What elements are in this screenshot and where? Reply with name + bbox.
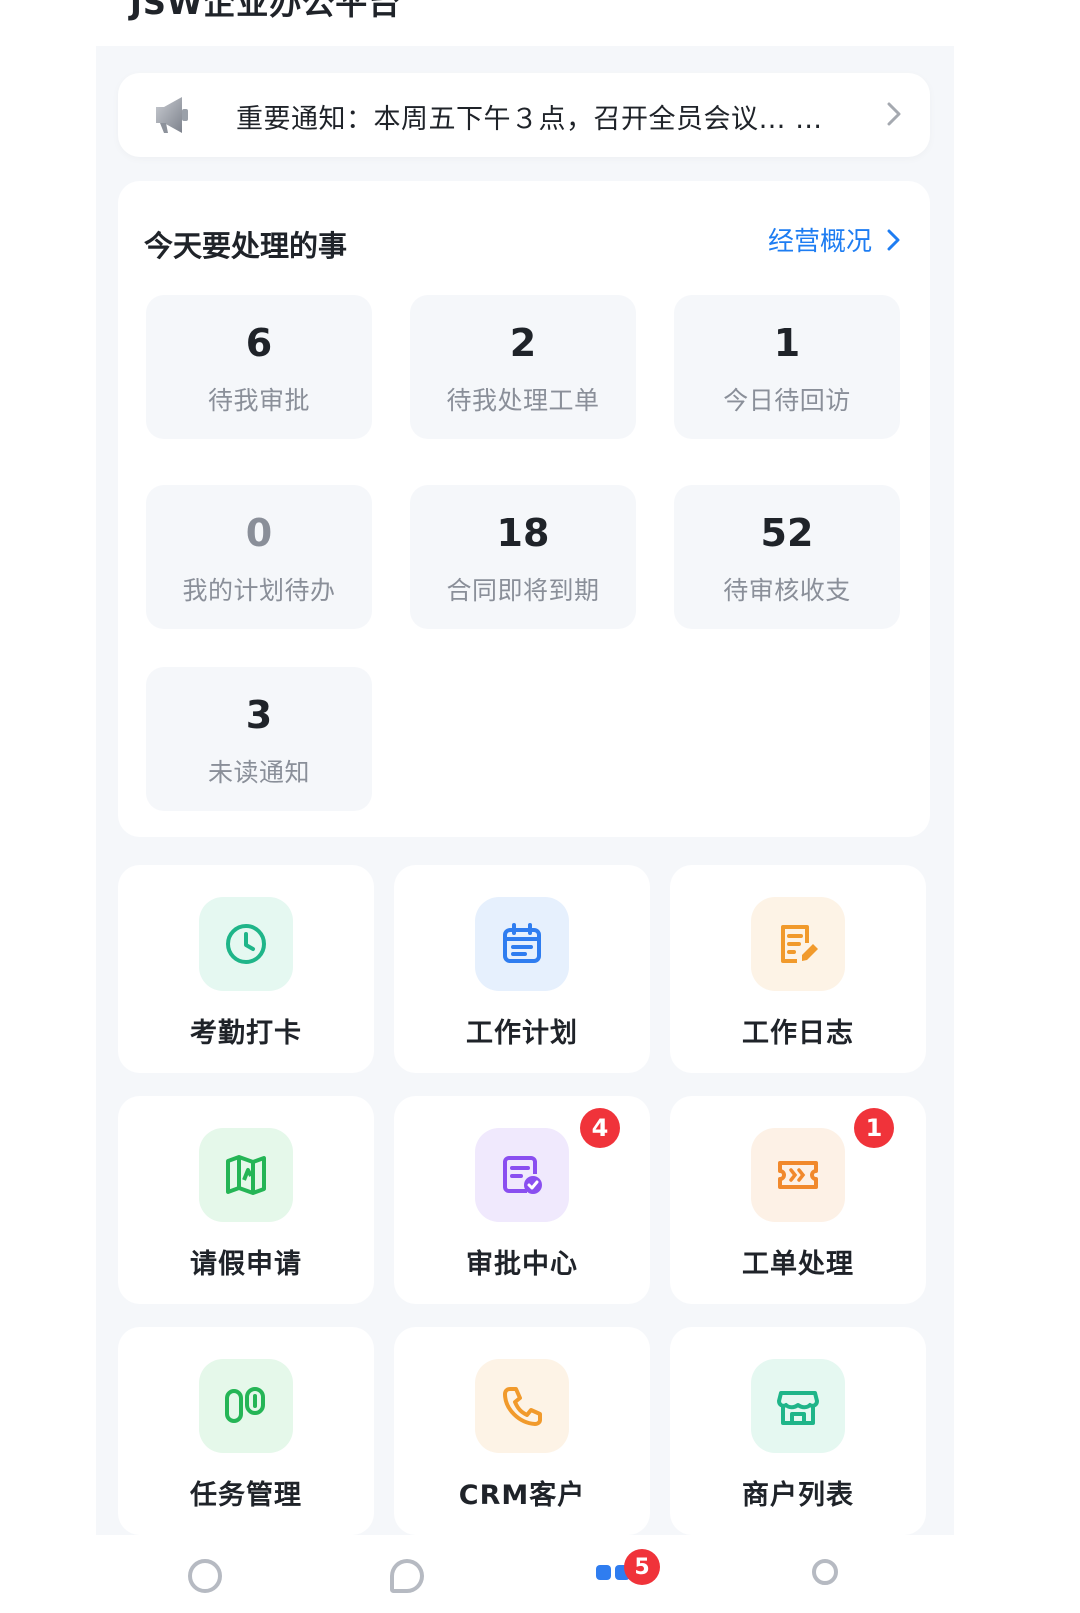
- app-leave-request[interactable]: 请假申请: [118, 1096, 374, 1304]
- stat-pending-tickets[interactable]: 2 待我处理工单: [410, 295, 636, 439]
- megaphone-icon: [156, 97, 188, 133]
- app-frame: JSW企业办公平台 重要通知：本周五下午３点，召开全员会议… … 今天要处理的事…: [96, 0, 954, 1613]
- app-label: 工作日志: [742, 1018, 854, 1049]
- clock-icon: [199, 897, 293, 991]
- app-crm-customers[interactable]: CRM客户: [394, 1327, 650, 1535]
- app-task-management[interactable]: 任务管理: [118, 1327, 374, 1535]
- app-merchant-list[interactable]: 商户列表: [670, 1327, 926, 1535]
- stat-label: 我的计划待办: [182, 576, 336, 605]
- notification-badge: 1: [854, 1108, 894, 1148]
- app-attendance[interactable]: 考勤打卡: [118, 865, 374, 1073]
- map-icon: [199, 1128, 293, 1222]
- chevron-right-icon: [887, 229, 900, 250]
- tab-badge: 5: [624, 1549, 660, 1585]
- ticket-icon: [751, 1128, 845, 1222]
- app-approval-center[interactable]: 审批中心 4: [394, 1096, 650, 1304]
- approval-icon: [475, 1128, 569, 1222]
- bottom-tab-bar: 5: [96, 1535, 954, 1613]
- todo-title: 今天要处理的事: [144, 229, 348, 263]
- stat-label: 今日待回访: [723, 386, 851, 415]
- app-work-log[interactable]: 工作日志: [670, 865, 926, 1073]
- notice-text: 重要通知：本周五下午３点，召开全员会议… …: [236, 104, 823, 135]
- app-label: 请假申请: [190, 1249, 302, 1280]
- stat-label: 未读通知: [207, 758, 310, 787]
- stat-followups-today[interactable]: 1 今日待回访: [674, 295, 900, 439]
- business-overview-link[interactable]: 经营概况: [768, 221, 902, 258]
- app-title: JSW企业办公平台: [130, 0, 402, 22]
- stat-label: 合同即将到期: [446, 576, 600, 605]
- app-label: 任务管理: [190, 1480, 302, 1511]
- tab-profile-icon[interactable]: [812, 1559, 852, 1599]
- app-label: CRM客户: [458, 1480, 586, 1511]
- app-label: 商户列表: [742, 1480, 854, 1511]
- notification-badge: 4: [580, 1108, 620, 1148]
- phone-icon: [475, 1359, 569, 1453]
- tab-home-icon[interactable]: [188, 1559, 228, 1599]
- stat-value: 6: [245, 321, 273, 365]
- stat-finance-review[interactable]: 52 待审核收支: [674, 485, 900, 629]
- stat-unread-notices[interactable]: 3 未读通知: [146, 667, 372, 811]
- app-work-plan[interactable]: 工作计划: [394, 865, 650, 1073]
- stat-label: 待我处理工单: [446, 386, 600, 415]
- app-label: 审批中心: [466, 1249, 578, 1280]
- app-ticket-handling[interactable]: 工单处理 1: [670, 1096, 926, 1304]
- app-label: 考勤打卡: [190, 1018, 302, 1049]
- app-label: 工作计划: [466, 1018, 578, 1049]
- stat-label: 待我审批: [207, 386, 310, 415]
- stat-value: 2: [509, 321, 537, 365]
- tab-messages-icon[interactable]: [390, 1559, 430, 1599]
- stat-value: 0: [245, 511, 273, 555]
- business-overview-label: 经营概况: [767, 227, 872, 257]
- journal-icon: [751, 897, 845, 991]
- calendar-icon: [475, 897, 569, 991]
- app-label: 工单处理: [742, 1249, 854, 1280]
- stat-value: 3: [245, 693, 273, 737]
- stat-value: 52: [760, 511, 814, 555]
- stat-my-plans[interactable]: 0 我的计划待办: [146, 485, 372, 629]
- todo-card: 今天要处理的事 经营概况 6 待我审批 2 待我处理工单 1 今日待回访 0 我…: [118, 181, 930, 837]
- stat-pending-approval[interactable]: 6 待我审批: [146, 295, 372, 439]
- task-icon: [199, 1359, 293, 1453]
- stat-value: 1: [773, 321, 801, 365]
- stat-value: 18: [496, 511, 550, 555]
- chevron-right-icon[interactable]: [880, 99, 908, 129]
- top-bar: JSW企业办公平台: [96, 0, 954, 46]
- store-icon: [751, 1359, 845, 1453]
- stat-contracts-expiring[interactable]: 18 合同即将到期: [410, 485, 636, 629]
- notice-bar[interactable]: 重要通知：本周五下午３点，召开全员会议… …: [118, 73, 930, 157]
- stat-label: 待审核收支: [723, 576, 851, 605]
